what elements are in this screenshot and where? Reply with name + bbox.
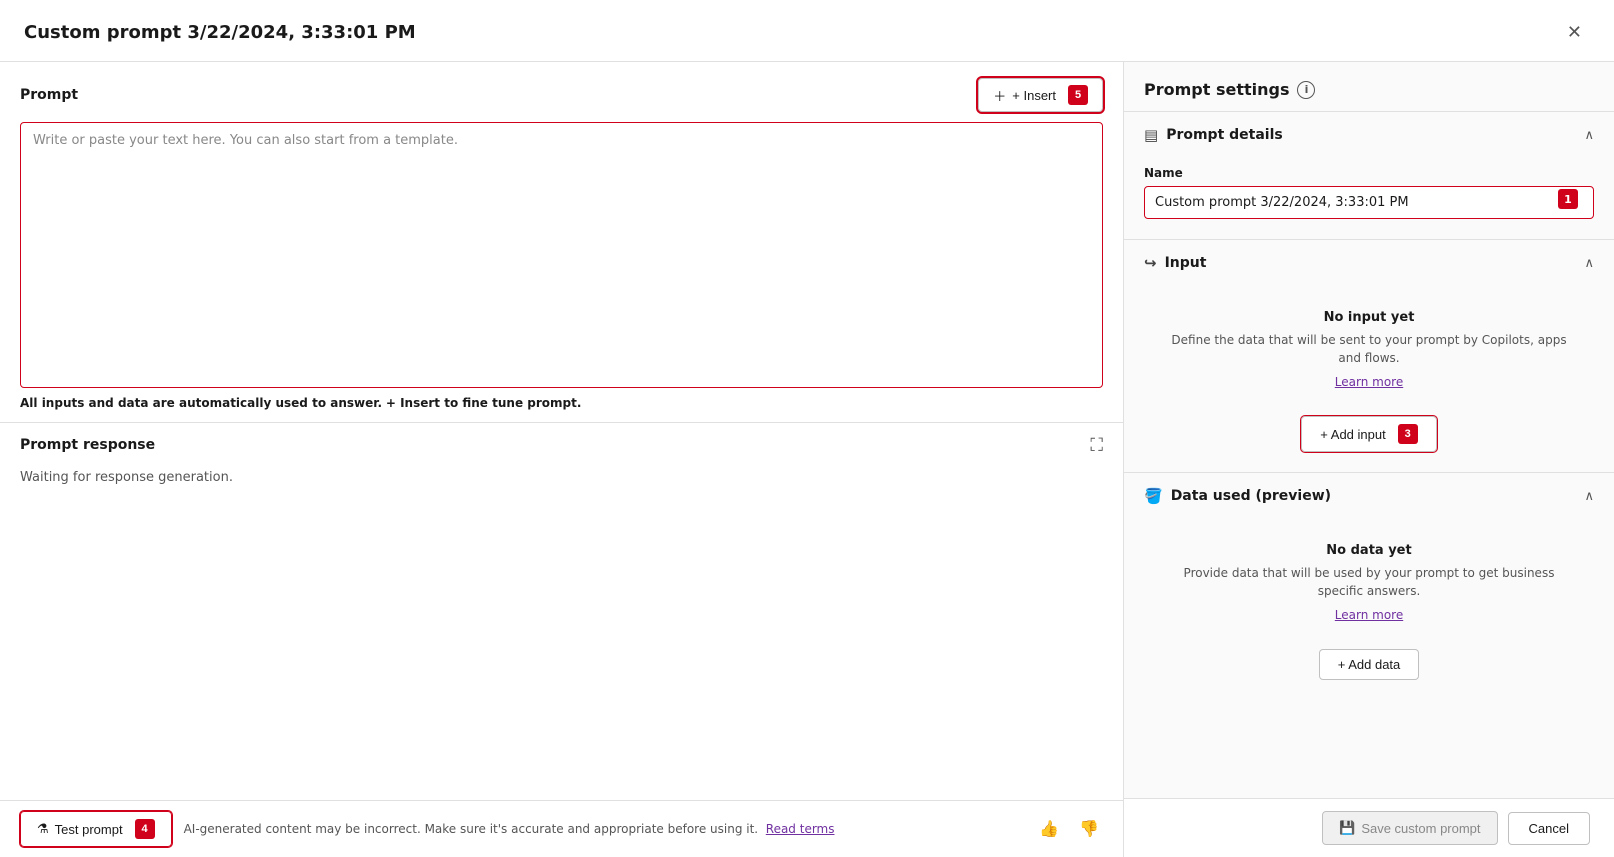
no-data-title: No data yet: [1160, 543, 1578, 558]
plus-icon: ＋: [993, 86, 1006, 105]
add-input-label: + Add input: [1320, 427, 1385, 442]
thumbs-up-button[interactable]: 👍: [1035, 815, 1063, 843]
prompt-hint: All inputs and data are automatically us…: [20, 396, 1103, 410]
dialog-header: Custom prompt 3/22/2024, 3:33:01 PM ✕: [0, 0, 1614, 62]
no-input-title: No input yet: [1160, 310, 1578, 325]
test-prompt-label: Test prompt: [55, 822, 123, 837]
prompt-section-header: Prompt ＋ + Insert 5: [20, 78, 1103, 112]
prompt-details-accordion: ▤ Prompt details ∧ Name 1: [1124, 111, 1614, 239]
insert-button[interactable]: ＋ + Insert 5: [978, 78, 1103, 112]
hint-insert: + Insert to fine tune prompt.: [386, 396, 582, 410]
prompt-label: Prompt: [20, 87, 78, 103]
hint-text: All inputs and data are automatically us…: [20, 396, 382, 410]
data-learn-more-link[interactable]: Learn more: [1335, 608, 1403, 622]
badge-5: 5: [1068, 85, 1088, 105]
disclaimer: AI-generated content may be incorrect. M…: [184, 822, 1024, 836]
response-header: Prompt response ⛶: [20, 435, 1103, 456]
input-chevron-up-icon: ∧: [1584, 256, 1594, 271]
input-label: Input: [1165, 255, 1207, 271]
custom-prompt-dialog: Custom prompt 3/22/2024, 3:33:01 PM ✕ Pr…: [0, 0, 1614, 857]
badge-4: 4: [135, 819, 155, 839]
right-title: Prompt settings: [1144, 80, 1289, 99]
input-title-row: ↪ Input: [1144, 254, 1206, 272]
name-label: Name: [1144, 166, 1594, 180]
prompt-details-label: Prompt details: [1166, 127, 1283, 143]
data-used-title-row: 🪣 Data used (preview): [1144, 487, 1331, 505]
left-panel: Prompt ＋ + Insert 5 Write or paste your …: [0, 62, 1124, 857]
data-used-accordion: 🪣 Data used (preview) ∧ No data yet Prov…: [1124, 472, 1614, 700]
add-data-label: + Add data: [1338, 657, 1401, 672]
info-icon[interactable]: i: [1297, 81, 1315, 99]
close-button[interactable]: ✕: [1559, 18, 1590, 47]
dialog-title: Custom prompt 3/22/2024, 3:33:01 PM: [24, 22, 416, 43]
dialog-body: Prompt ＋ + Insert 5 Write or paste your …: [0, 62, 1614, 857]
disclaimer-text: AI-generated content may be incorrect. M…: [184, 822, 759, 836]
data-used-label: Data used (preview): [1171, 488, 1331, 504]
input-accordion: ↪ Input ∧ No input yet Define the data t…: [1124, 239, 1614, 472]
test-prompt-button[interactable]: ⚗ Test prompt 4: [20, 811, 172, 847]
data-used-chevron-up-icon: ∧: [1584, 489, 1594, 504]
add-data-button[interactable]: + Add data: [1319, 649, 1420, 680]
data-used-header[interactable]: 🪣 Data used (preview) ∧: [1124, 473, 1614, 519]
prompt-details-body: Name 1: [1124, 158, 1614, 235]
beaker-icon: ⚗: [37, 821, 49, 837]
bucket-icon: 🪣: [1144, 487, 1163, 505]
input-icon: ↪: [1144, 254, 1157, 272]
thumbs-down-button[interactable]: 👎: [1075, 815, 1103, 843]
expand-icon[interactable]: ⛶: [1090, 435, 1103, 456]
cancel-button[interactable]: Cancel: [1508, 812, 1590, 845]
name-input[interactable]: [1144, 186, 1594, 219]
response-label: Prompt response: [20, 437, 155, 453]
no-data-desc: Provide data that will be used by your p…: [1160, 564, 1578, 600]
insert-label: + Insert: [1012, 88, 1056, 103]
read-terms-link[interactable]: Read terms: [766, 822, 835, 836]
input-body: No input yet Define the data that will b…: [1124, 286, 1614, 472]
input-header[interactable]: ↪ Input ∧: [1124, 240, 1614, 286]
save-custom-prompt-button[interactable]: 💾 Save custom prompt: [1322, 811, 1497, 845]
response-text: Waiting for response generation.: [20, 466, 1103, 489]
add-input-button[interactable]: + Add input 3: [1301, 416, 1436, 452]
prompt-details-title-row: ▤ Prompt details: [1144, 126, 1283, 144]
save-label: Save custom prompt: [1361, 821, 1480, 836]
response-section: Prompt response ⛶ Waiting for response g…: [0, 423, 1123, 800]
data-used-body: No data yet Provide data that will be us…: [1124, 519, 1614, 700]
prompt-textarea[interactable]: Write or paste your text here. You can a…: [20, 122, 1103, 388]
badge-3: 3: [1398, 424, 1418, 444]
chevron-up-icon: ∧: [1584, 128, 1594, 143]
save-icon: 💾: [1339, 820, 1355, 836]
no-data-container: No data yet Provide data that will be us…: [1144, 527, 1594, 631]
prompt-details-header[interactable]: ▤ Prompt details ∧: [1124, 112, 1614, 158]
no-input-desc: Define the data that will be sent to you…: [1160, 331, 1578, 367]
input-learn-more-link[interactable]: Learn more: [1335, 375, 1403, 389]
right-panel: Prompt settings i ▤ Prompt details ∧ Nam…: [1124, 62, 1614, 857]
badge-1: 1: [1558, 189, 1578, 209]
prompt-section: Prompt ＋ + Insert 5 Write or paste your …: [0, 62, 1123, 423]
bottom-bar: ⚗ Test prompt 4 AI-generated content may…: [0, 800, 1123, 857]
no-input-container: No input yet Define the data that will b…: [1144, 294, 1594, 398]
document-icon: ▤: [1144, 126, 1158, 144]
right-header: Prompt settings i: [1124, 62, 1614, 111]
dialog-footer: 💾 Save custom prompt Cancel: [1124, 798, 1614, 857]
